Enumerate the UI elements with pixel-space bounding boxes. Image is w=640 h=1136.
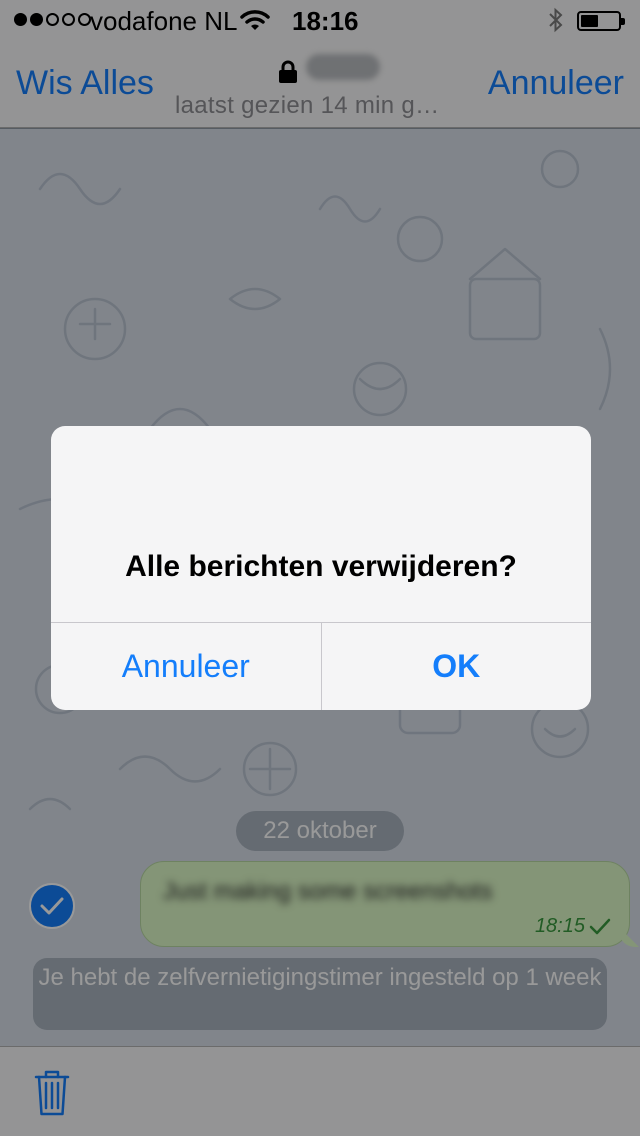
dialog-buttons: Annuleer OK xyxy=(51,622,591,710)
dialog-cancel-button[interactable]: Annuleer xyxy=(51,623,322,710)
dialog-title: Alle berichten verwijderen? xyxy=(125,550,517,583)
confirm-delete-dialog: Alle berichten verwijderen? Annuleer OK xyxy=(51,426,591,710)
dialog-ok-button[interactable]: OK xyxy=(322,623,592,710)
